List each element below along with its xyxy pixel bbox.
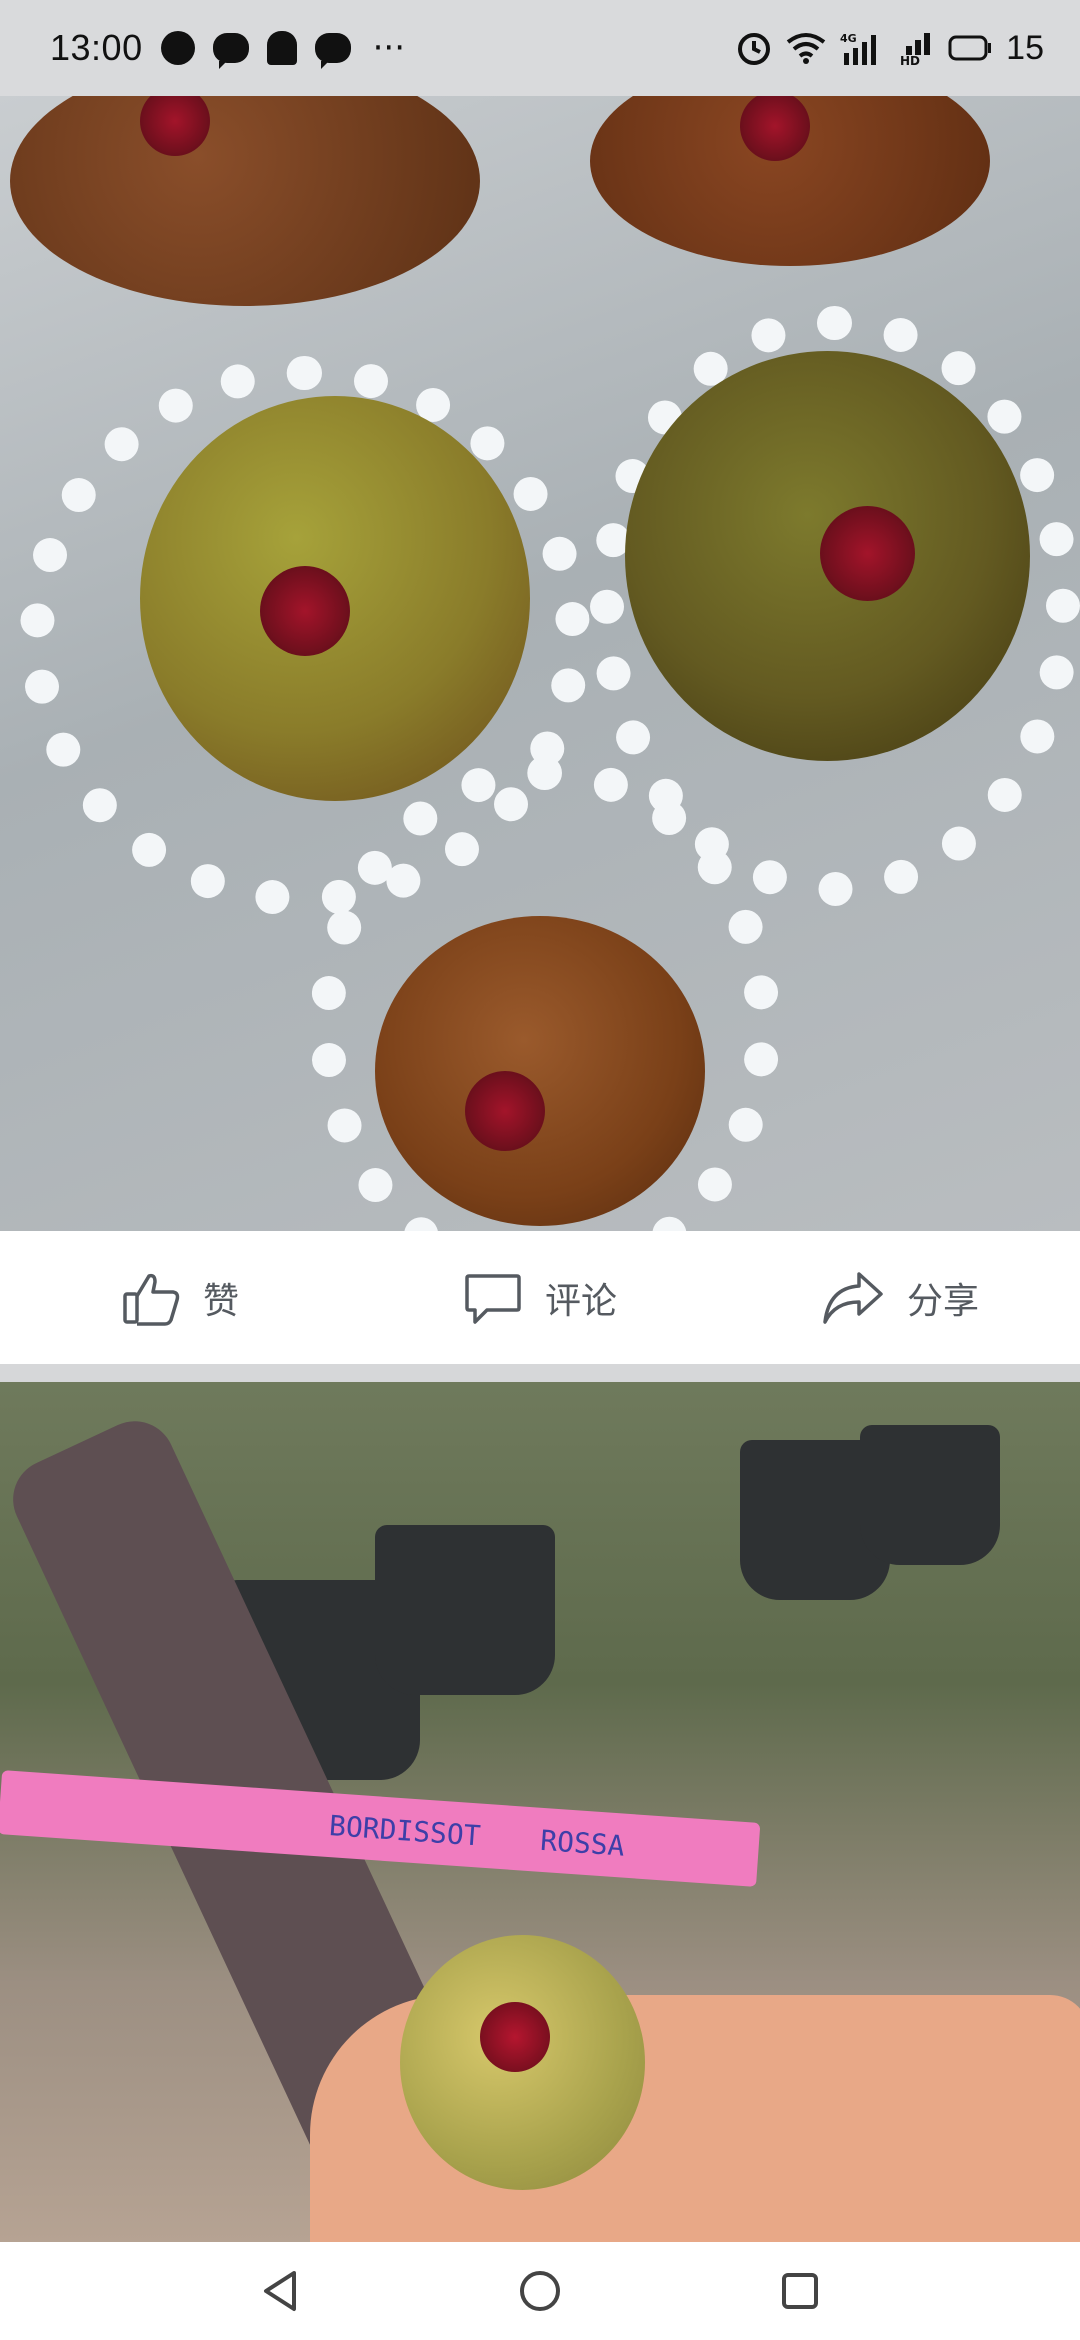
battery-level: 15 (1006, 28, 1044, 67)
recents-button[interactable] (755, 2246, 845, 2336)
battery-icon (948, 35, 992, 61)
system-nav-bar (0, 2242, 1080, 2340)
cellular-signal-icon: 4G (840, 32, 877, 65)
back-triangle-icon (264, 2271, 296, 2311)
status-time: 13:00 (50, 27, 143, 68)
fig-fruit (10, 96, 480, 306)
post-photo-figs-in-box[interactable] (0, 96, 1080, 1231)
back-button[interactable] (235, 2246, 325, 2336)
hd-label: HD (900, 54, 920, 65)
fig-eye (260, 566, 350, 656)
post-action-bar: 赞 评论 分享 (0, 1231, 1080, 1364)
wifi-icon (786, 33, 826, 64)
fig-eye (465, 1071, 545, 1151)
status-right: 4G HD 15 (736, 29, 1044, 68)
plant-pot (860, 1425, 1000, 1565)
ghost-icon (266, 31, 297, 65)
comment-button[interactable]: 评论 (360, 1268, 720, 1328)
like-label: 赞 (202, 1280, 239, 1322)
alarm-icon (738, 33, 771, 65)
sim-signal-icon: HD (900, 33, 931, 65)
more-notifications-indicator: ··· (372, 28, 406, 68)
fig-eye (820, 506, 915, 601)
status-left: 13:00 ··· (50, 27, 405, 69)
share-label: 分享 (906, 1280, 979, 1322)
status-bar: 13:00 ··· 4G HD 15 (0, 0, 1080, 96)
comment-label: 评论 (544, 1280, 617, 1322)
recents-square-icon (782, 2273, 818, 2309)
home-circle-icon (520, 2271, 560, 2311)
chat-icon (160, 31, 195, 65)
tag-text-color: ROSSA (539, 1823, 626, 1863)
share-button[interactable]: 分享 (720, 1268, 1080, 1328)
tag-text-variety: BORDISSOT (328, 1808, 482, 1853)
thumbs-up-icon (123, 1273, 180, 1326)
network-type-label: 4G (840, 32, 857, 45)
fig-eye (480, 2002, 550, 2072)
home-button[interactable] (495, 2246, 585, 2336)
comment-icon (465, 1273, 521, 1324)
message-icon (314, 33, 351, 69)
plant-pot (375, 1525, 555, 1695)
fig-fruit (375, 916, 705, 1226)
share-icon (823, 1271, 883, 1324)
post-divider (0, 1364, 1080, 1382)
message-icon (212, 33, 249, 69)
like-button[interactable]: 赞 (0, 1268, 360, 1328)
